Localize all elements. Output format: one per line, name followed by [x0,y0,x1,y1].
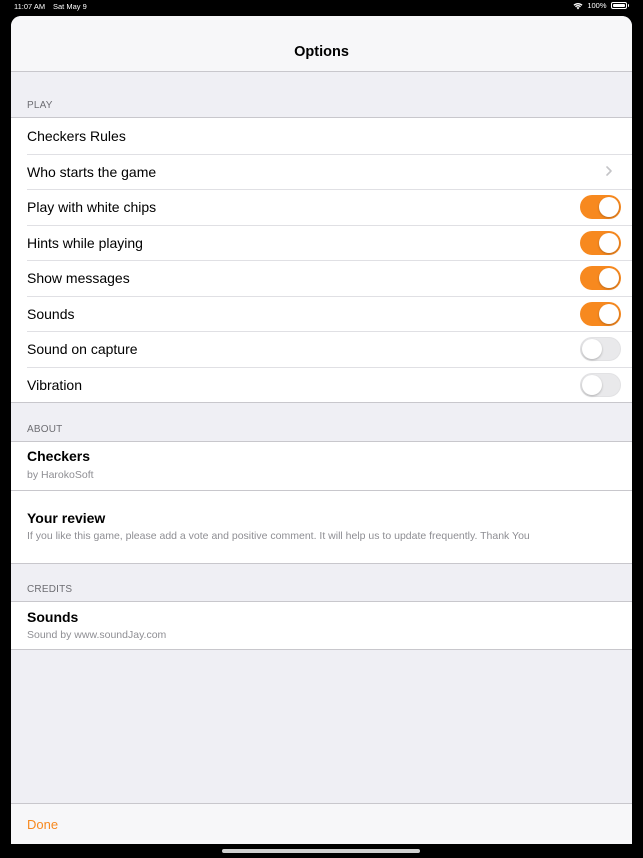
review-subtitle: If you like this game, please add a vote… [27,530,530,542]
row-label: Sound on capture [27,341,138,357]
row-play-white-chips: Play with white chips [11,189,632,225]
toggle-play-white-chips[interactable] [580,195,621,219]
status-time: 11:07 AM [14,2,46,11]
toggle-vibration[interactable] [580,372,621,397]
row-checkers-rules[interactable]: Checkers Rules [11,118,632,154]
navigation-bar: Options [11,16,632,72]
row-label: Show messages [27,270,130,286]
toggle-show-messages[interactable] [580,266,621,290]
your-review-row[interactable]: Your review If you like this game, pleas… [11,490,632,563]
about-app-row[interactable]: Checkers by HarokoSoft [11,442,632,490]
chevron-right-icon [606,165,612,176]
row-sound-on-capture: Sound on capture [11,331,632,367]
row-label: Checkers Rules [27,128,126,144]
row-label: Play with white chips [27,199,157,215]
toggle-knob [599,303,619,324]
toggle-sounds[interactable] [580,301,621,326]
toggle-sound-on-capture[interactable] [580,337,621,361]
row-label: Who starts the game [27,163,157,180]
done-button[interactable]: Done [27,817,58,832]
status-right: 100% [573,1,629,10]
status-bar: 11:07 AM Sat May 9 100% [0,0,643,14]
row-sounds: Sounds [11,295,632,332]
section-header-about: ABOUT [27,424,63,435]
wifi-icon [573,2,583,9]
row-label: Hints while playing [27,234,143,251]
row-who-starts[interactable]: Who starts the game [11,153,632,190]
battery-icon [610,2,627,9]
toggle-knob [582,374,602,395]
status-date: Sat May 9 [53,2,87,11]
row-show-messages: Show messages [11,260,632,296]
credits-subtitle: Sound by www.soundJay.com [27,629,167,641]
bottom-toolbar: Done [11,803,632,844]
home-indicator [222,849,420,853]
credits-group: Sounds Sound by www.soundJay.com [11,601,632,650]
toggle-knob [599,197,619,217]
section-header-play: PLAY [27,100,53,111]
battery-percent: 100% [587,1,607,10]
toggle-hints[interactable] [580,230,621,255]
row-hints: Hints while playing [11,224,632,261]
credits-sounds-row[interactable]: Sounds Sound by www.soundJay.com [11,602,632,649]
row-vibration: Vibration [11,366,632,403]
toggle-knob [599,268,619,288]
toggle-knob [599,232,619,253]
section-header-credits: CREDITS [27,584,73,595]
toggle-knob [582,339,602,359]
options-sheet: Options PLAY Checkers Rules Who starts t… [11,16,632,844]
about-group: Checkers by HarokoSoft Your review If yo… [11,441,632,564]
credits-title: Sounds [27,609,79,625]
battery-tip [627,4,629,7]
page-title: Options [294,44,349,60]
about-app-title: Checkers [27,448,91,464]
play-group: Checkers Rules Who starts the game Play … [11,117,632,403]
row-label: Vibration [27,376,83,393]
about-app-subtitle: by HarokoSoft [27,469,94,481]
row-label: Sounds [27,305,75,322]
review-title: Your review [27,510,106,526]
